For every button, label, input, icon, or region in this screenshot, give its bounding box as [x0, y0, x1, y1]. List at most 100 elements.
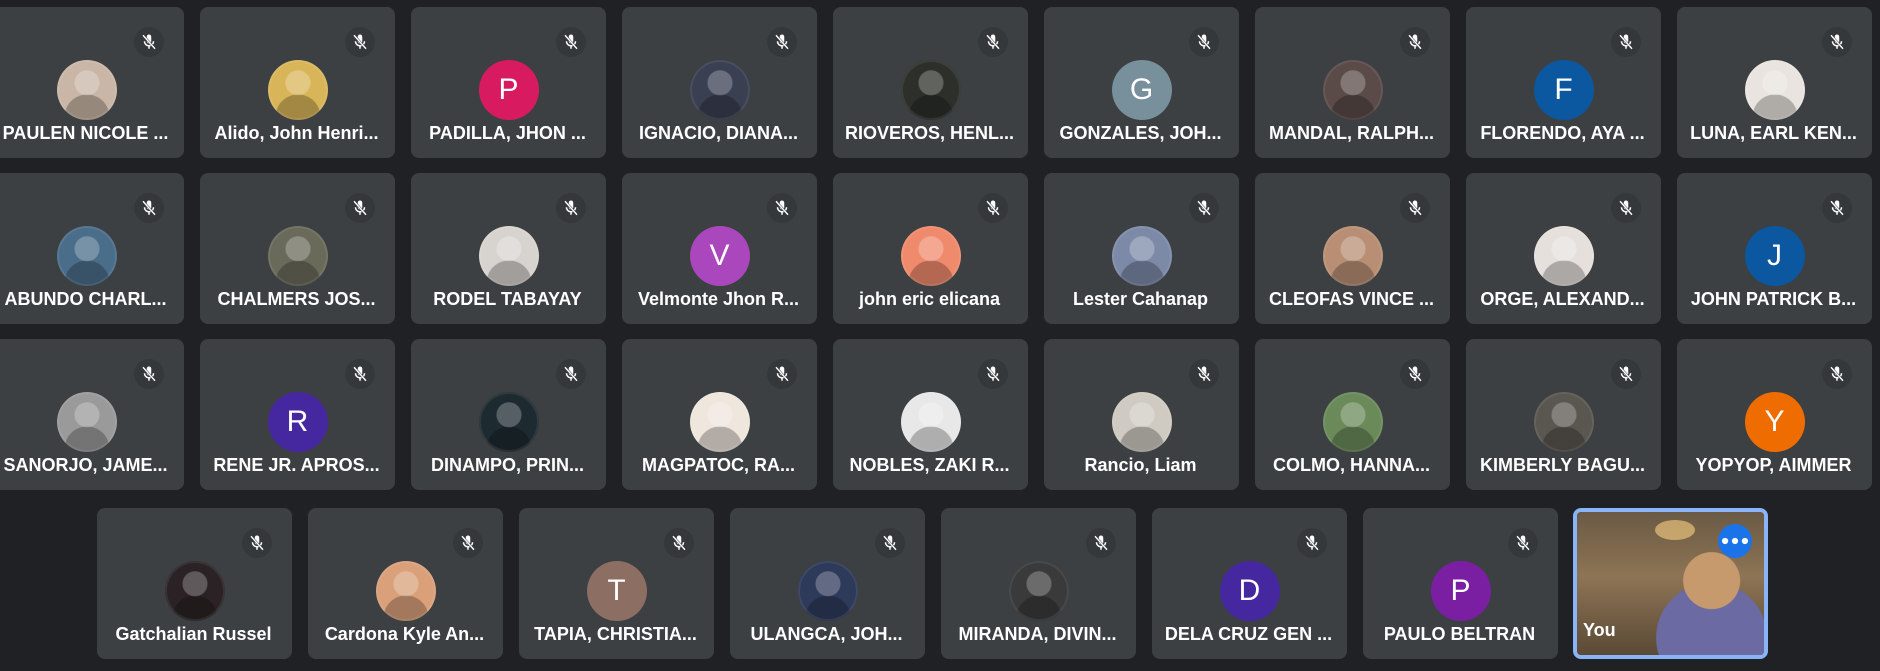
participant-tile[interactable]: G GONZALES, JOH... [1044, 7, 1239, 158]
avatar-photo [689, 60, 750, 120]
participant-tile[interactable]: KIMBERLY BAGU... [1466, 339, 1661, 490]
participant-name: Cardona Kyle An... [324, 624, 485, 644]
participant-tile[interactable]: MANDAL, RALPH... [1255, 7, 1450, 158]
participant-tile[interactable]: IGNACIO, DIANA... [622, 7, 817, 158]
participant-name: RENE JR. APROS... [213, 455, 380, 475]
participant-name: JOHN PATRICK B... [1690, 289, 1857, 309]
participant-name: RODEL TABAYAY [433, 289, 582, 309]
participant-tile[interactable]: CLEOFAS VINCE ... [1255, 173, 1450, 324]
participant-tile[interactable]: ORGE, ALEXAND... [1466, 173, 1661, 324]
avatar-photo [56, 392, 117, 452]
mic-off-icon [134, 359, 164, 389]
participant-tile[interactable]: MIRANDA, DIVIN... [941, 508, 1136, 659]
avatar-initial-letter: V [709, 239, 730, 272]
avatar-initial: G [1111, 60, 1172, 120]
avatar-photo [56, 226, 117, 286]
avatar-photo [56, 60, 117, 120]
participant-tile[interactable]: J JOHN PATRICK B... [1677, 173, 1872, 324]
avatar-photo [1322, 226, 1383, 286]
participant-name: IGNACIO, DIANA... [638, 123, 798, 143]
mic-off-icon [664, 528, 694, 558]
participant-tile[interactable]: Cardona Kyle An... [308, 508, 503, 659]
participant-name: MANDAL, RALPH... [1269, 123, 1434, 143]
participant-tile[interactable]: LUNA, EARL KEN... [1677, 7, 1872, 158]
mic-off-icon [1086, 528, 1116, 558]
participant-tile[interactable]: F FLORENDO, AYA ... [1466, 7, 1661, 158]
participant-name: COLMO, HANNA... [1273, 455, 1430, 475]
participant-tile[interactable]: D DELA CRUZ GEN ... [1152, 508, 1347, 659]
participant-tile[interactable]: CHALMERS JOS... [200, 173, 395, 324]
participant-tile[interactable]: P PADILLA, JHON ... [411, 7, 606, 158]
participant-name: GONZALES, JOH... [1059, 123, 1222, 143]
participant-tile[interactable]: ABUNDO CHARL... [0, 173, 184, 324]
avatar-initial: Y [1744, 392, 1805, 452]
avatar-initial: T [586, 561, 647, 621]
avatar-photo [1008, 561, 1069, 621]
participant-tile[interactable]: SANORJO, JAME... [0, 339, 184, 490]
participant-tile[interactable]: Lester Cahanap [1044, 173, 1239, 324]
participant-tile[interactable]: NOBLES, ZAKI R... [833, 339, 1028, 490]
mic-off-icon [978, 359, 1008, 389]
participant-name: RIOVEROS, HENL... [844, 123, 1015, 143]
participant-name: ULANGCA, JOH... [750, 624, 903, 644]
avatar-initial-letter: P [1450, 574, 1471, 607]
self-video-tile[interactable]: You [1573, 508, 1768, 659]
participant-tile[interactable]: RIOVEROS, HENL... [833, 7, 1028, 158]
participant-tile[interactable]: Alido, John Henri... [200, 7, 395, 158]
participant-name: Lester Cahanap [1072, 289, 1209, 309]
mic-off-icon [134, 193, 164, 223]
avatar-initial: P [478, 60, 539, 120]
participant-name: CLEOFAS VINCE ... [1268, 289, 1435, 309]
mic-off-icon [345, 193, 375, 223]
participant-tile[interactable]: Gatchalian Russel [97, 508, 292, 659]
participant-name: FLORENDO, AYA ... [1480, 123, 1645, 143]
participant-tile[interactable]: PAULEN NICOLE ... [0, 7, 184, 158]
mic-off-icon [134, 27, 164, 57]
avatar-photo [900, 392, 961, 452]
participant-tile[interactable]: Rancio, Liam [1044, 339, 1239, 490]
participant-name: Gatchalian Russel [115, 624, 272, 644]
participant-tile[interactable]: R RENE JR. APROS... [200, 339, 395, 490]
participant-tile[interactable]: T TAPIA, CHRISTIA... [519, 508, 714, 659]
participant-tile[interactable]: V Velmonte Jhon R... [622, 173, 817, 324]
participant-name: CHALMERS JOS... [217, 289, 376, 309]
mic-off-icon [1400, 193, 1430, 223]
avatar-initial-letter: Y [1764, 405, 1785, 438]
participant-tile[interactable]: Y YOPYOP, AIMMER [1677, 339, 1872, 490]
mic-off-icon [1400, 359, 1430, 389]
more-options-button[interactable] [1718, 524, 1752, 558]
avatar-initial-letter: J [1767, 239, 1782, 272]
mic-off-icon [767, 193, 797, 223]
avatar-photo [797, 561, 858, 621]
participant-tile[interactable]: P PAULO BELTRAN [1363, 508, 1558, 659]
participant-tile[interactable]: DINAMPO, PRIN... [411, 339, 606, 490]
avatar-photo [689, 392, 750, 452]
participant-tile[interactable]: john eric elicana [833, 173, 1028, 324]
participant-name: DINAMPO, PRIN... [430, 455, 584, 475]
avatar-initial-letter: F [1554, 73, 1573, 106]
avatar-photo [1111, 226, 1172, 286]
mic-off-icon [767, 359, 797, 389]
avatar-photo [164, 561, 225, 621]
participant-tile[interactable]: MAGPATOC, RA... [622, 339, 817, 490]
avatar-initial-letter: D [1238, 574, 1261, 607]
participant-name: KIMBERLY BAGU... [1479, 455, 1646, 475]
participant-name: NOBLES, ZAKI R... [849, 455, 1010, 475]
mic-off-icon [978, 27, 1008, 57]
avatar-initial-letter: R [286, 405, 309, 438]
mic-off-icon [1822, 193, 1852, 223]
mic-off-icon [1611, 359, 1641, 389]
avatar-photo [1322, 392, 1383, 452]
avatar-initial-letter: T [607, 574, 626, 607]
participant-tile[interactable]: COLMO, HANNA... [1255, 339, 1450, 490]
participant-tile[interactable]: ULANGCA, JOH... [730, 508, 925, 659]
mic-off-icon [1508, 528, 1538, 558]
self-video-background-lamp [1655, 520, 1695, 540]
participant-name: MIRANDA, DIVIN... [958, 624, 1117, 644]
avatar-initial-letter: G [1129, 73, 1154, 106]
participant-tile[interactable]: RODEL TABAYAY [411, 173, 606, 324]
avatar-photo [1111, 392, 1172, 452]
mic-off-icon [875, 528, 905, 558]
mic-off-icon [556, 27, 586, 57]
participant-name: Alido, John Henri... [214, 123, 379, 143]
